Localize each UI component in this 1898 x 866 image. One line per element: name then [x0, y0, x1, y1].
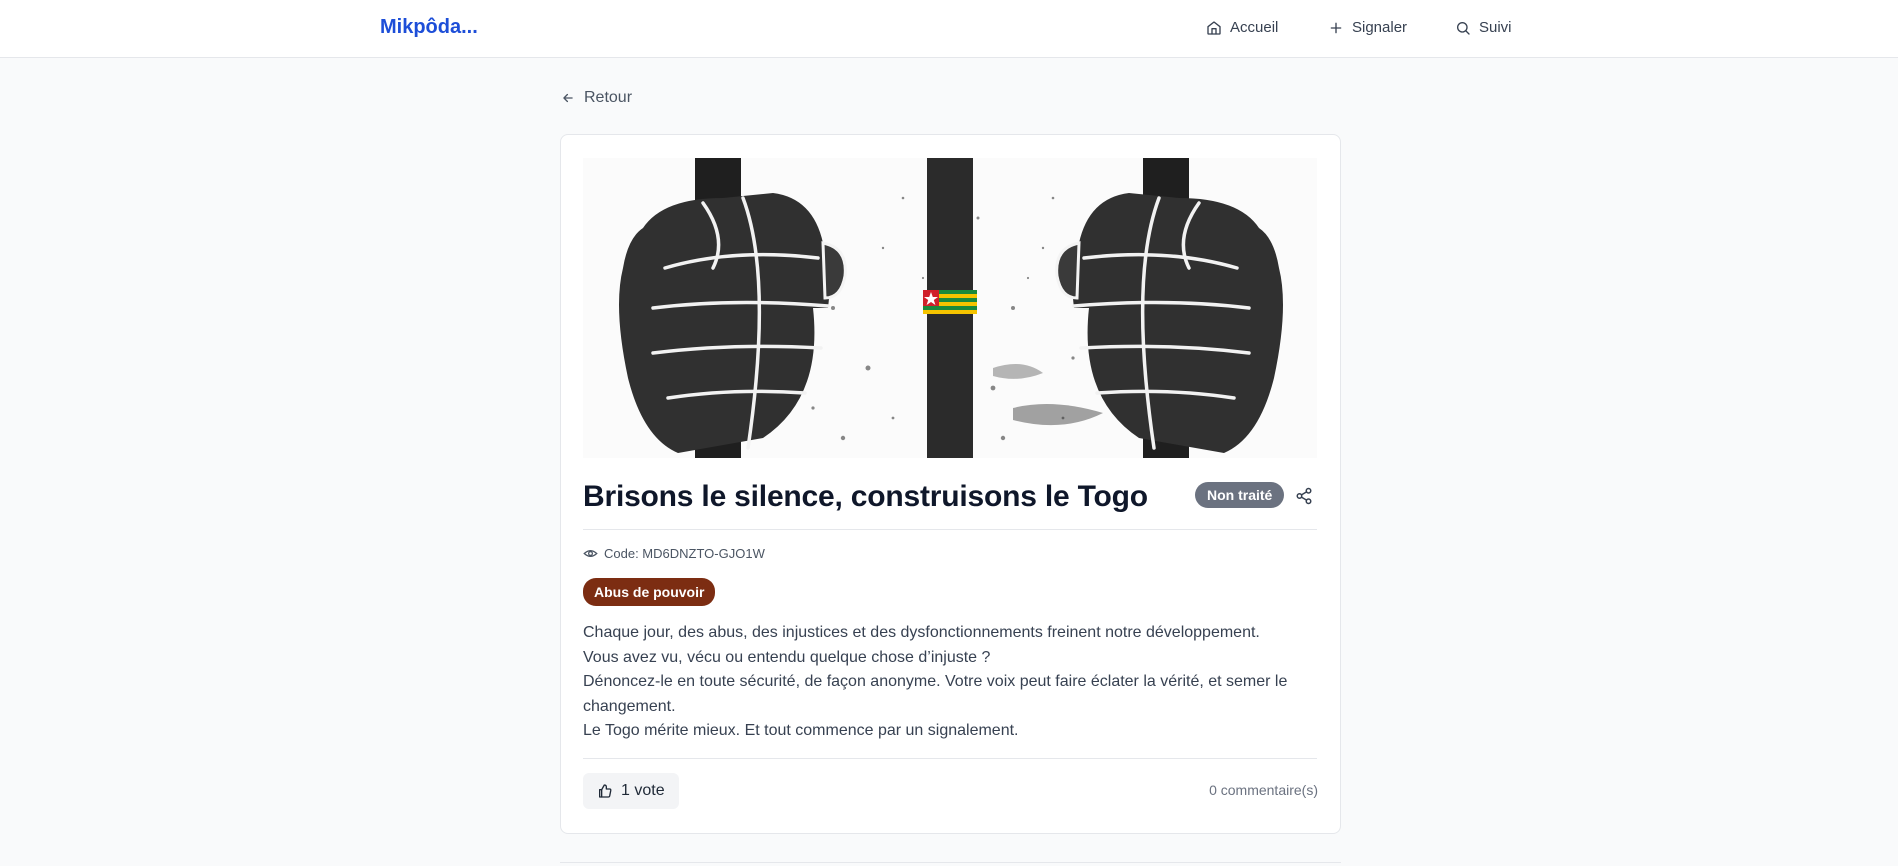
nav-label-signaler: Signaler [1352, 19, 1408, 36]
comments-count[interactable]: 0 commentaire(s) [1209, 782, 1318, 798]
vote-button[interactable]: 1 vote [583, 773, 679, 809]
report-title: Brisons le silence, construisons le Togo [583, 480, 1148, 513]
arrow-left-icon [563, 93, 573, 103]
description-line: Vous avez vu, vécu ou entendu quelque ch… [583, 648, 991, 666]
divider [583, 529, 1317, 530]
thumbs-up-icon [599, 784, 612, 798]
next-card-edge [560, 862, 1341, 866]
category-badge: Abus de pouvoir [583, 578, 716, 606]
description-line: Dénoncez-le en toute sécurité, de façon … [583, 673, 1288, 715]
nav-label-suivi: Suivi [1479, 19, 1512, 36]
home-icon [1207, 20, 1221, 35]
back-label: Retour [584, 89, 633, 106]
status-badge: Non traité [1195, 482, 1285, 508]
description-line: Chaque jour, des abus, des injustices et… [583, 624, 1260, 641]
report-card: Brisons le silence, construisons le Togo… [560, 134, 1341, 834]
nav-item-suivi[interactable]: Suivi [1455, 19, 1512, 36]
description-line: Le Togo mérite mieux. Et tout commence p… [583, 722, 1019, 739]
divider [583, 758, 1317, 759]
top-navigation-bar: Mikpôda... Accueil Signaler Suivi [0, 0, 1898, 58]
nav-item-accueil[interactable]: Accueil [1206, 19, 1278, 36]
fists-bars-illustration [583, 158, 1317, 458]
report-description: Chaque jour, des abus, des injustices et… [583, 621, 1317, 744]
back-link[interactable]: Retour [561, 89, 632, 107]
report-code: Code: MD6DNZTO-GJO1W [583, 546, 765, 561]
eye-icon [583, 550, 598, 557]
report-image [583, 158, 1317, 458]
report-code-text: Code: MD6DNZTO-GJO1W [604, 546, 765, 561]
brand-logo[interactable]: Mikpôda... [380, 16, 478, 39]
share-icon[interactable] [1295, 487, 1313, 505]
nav-label-accueil: Accueil [1230, 19, 1279, 36]
plus-icon [1330, 22, 1342, 33]
togo-flag [923, 290, 977, 314]
nav-item-signaler[interactable]: Signaler [1328, 19, 1407, 36]
vote-count: 1 vote [621, 782, 665, 799]
search-icon [1457, 21, 1470, 35]
